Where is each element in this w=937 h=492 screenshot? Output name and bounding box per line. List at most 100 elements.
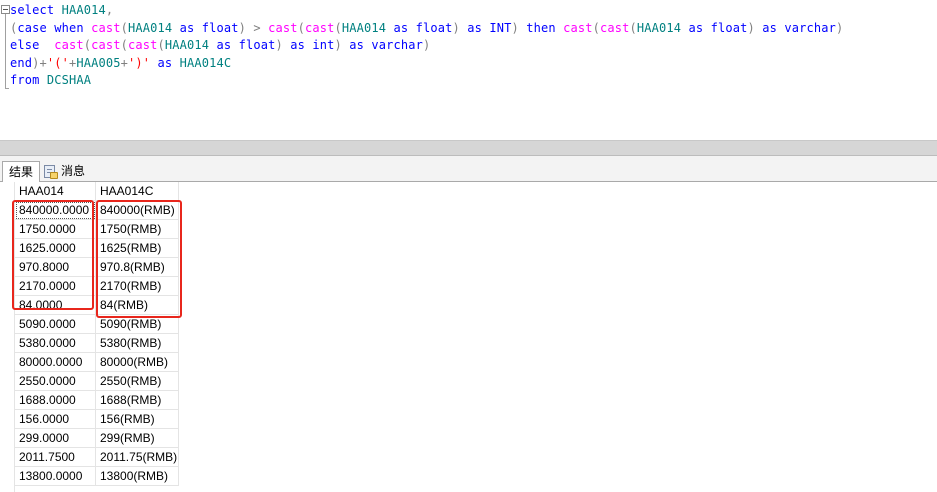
query-token: DCSHAA <box>46 73 92 87</box>
query-token: ( <box>592 20 600 35</box>
tab-messages-label: 消息 <box>61 164 86 178</box>
tab-results[interactable]: 结果 <box>2 161 40 182</box>
query-token: float <box>238 38 276 52</box>
cell-haa014c[interactable]: 2170(RMB) <box>96 277 179 296</box>
query-token: cast <box>268 20 298 35</box>
cell-haa014[interactable]: 840000.0000 <box>15 201 96 220</box>
query-token: cast <box>91 20 121 35</box>
query-token: varchar <box>784 20 836 35</box>
cell-haa014[interactable]: 5380.0000 <box>15 334 96 353</box>
query-token: case when <box>17 20 92 35</box>
column-header-haa014c[interactable]: HAA014C <box>96 182 179 201</box>
query-token: else <box>10 38 55 52</box>
query-line[interactable]: (case when cast(HAA014 as float) > cast(… <box>10 20 843 38</box>
cell-haa014c[interactable]: 1750(RMB) <box>96 220 179 239</box>
query-token: float <box>710 20 748 35</box>
query-text[interactable]: select HAA014, (case when cast(HAA014 as … <box>10 2 843 90</box>
query-token: from <box>10 73 47 87</box>
query-token: as <box>349 38 372 52</box>
cell-haa014[interactable]: 1750.0000 <box>15 220 96 239</box>
query-token: ( <box>297 20 305 35</box>
cell-haa014[interactable]: 80000.0000 <box>15 353 96 372</box>
query-token: )+ <box>32 55 47 70</box>
cell-haa014c[interactable]: 1688(RMB) <box>96 391 179 410</box>
query-token: float <box>201 20 239 35</box>
cell-haa014[interactable]: 5090.0000 <box>15 315 96 334</box>
query-token: ( <box>334 20 342 35</box>
query-line[interactable]: end)+'('+HAA005+')' as HAA014C <box>10 55 843 73</box>
query-token: HAA014 <box>128 20 180 35</box>
cell-haa014c[interactable]: 80000(RMB) <box>96 353 179 372</box>
cell-haa014[interactable]: 299.0000 <box>15 429 96 448</box>
query-token: cast <box>54 38 84 52</box>
query-token: ) <box>275 38 291 52</box>
column-header-haa014[interactable]: HAA014 <box>15 182 96 201</box>
fold-guide-end <box>5 88 9 89</box>
query-token: '(' <box>46 55 69 70</box>
cell-haa014[interactable]: 156.0000 <box>15 410 96 429</box>
query-token: as <box>179 20 202 35</box>
tab-results-label: 结果 <box>9 165 34 179</box>
query-token: ) <box>511 20 527 35</box>
cell-haa014[interactable]: 2550.0000 <box>15 372 96 391</box>
query-token: int <box>312 38 335 52</box>
query-token: ) <box>836 20 844 35</box>
query-token: cast <box>91 38 121 52</box>
query-token: ) <box>334 38 350 52</box>
cell-haa014c[interactable]: 970.8(RMB) <box>96 258 179 277</box>
query-token: select <box>10 3 62 17</box>
cell-haa014[interactable]: 1688.0000 <box>15 391 96 410</box>
query-token: + <box>120 55 128 70</box>
query-token: cast <box>600 20 630 35</box>
query-token: HAA014 <box>636 20 689 35</box>
tab-messages[interactable]: 消息 <box>42 161 100 182</box>
cell-haa014c[interactable]: 1625(RMB) <box>96 239 179 258</box>
query-token: ( <box>157 38 165 52</box>
cell-haa014[interactable]: 2170.0000 <box>15 277 96 296</box>
query-token: ( <box>120 20 128 35</box>
query-token: ( <box>629 20 637 35</box>
cell-haa014c[interactable]: 5380(RMB) <box>96 334 179 353</box>
query-token: HAA014 <box>164 38 217 52</box>
row-header-column[interactable] <box>0 182 15 492</box>
cell-haa014c[interactable]: 13800(RMB) <box>96 467 179 486</box>
query-token: cast <box>128 38 158 52</box>
query-token: , <box>105 3 114 17</box>
sql-editor[interactable]: select HAA014, (case when cast(HAA014 as … <box>0 0 937 140</box>
cell-haa014c[interactable]: 2550(RMB) <box>96 372 179 391</box>
query-token: ) <box>452 20 468 35</box>
query-token: INT <box>489 20 512 35</box>
cell-haa014[interactable]: 2011.7500 <box>15 448 96 467</box>
query-line[interactable]: from DCSHAA <box>10 72 843 90</box>
query-token: as <box>762 20 785 35</box>
query-line[interactable]: else cast(cast(cast(HAA014 as float) as … <box>10 37 843 55</box>
cell-haa014[interactable]: 1625.0000 <box>15 239 96 258</box>
cell-haa014c[interactable]: 2011.75(RMB) <box>96 448 179 467</box>
cell-haa014c[interactable]: 5090(RMB) <box>96 315 179 334</box>
fold-guide <box>5 14 6 88</box>
query-token: as <box>393 20 416 35</box>
query-token: HAA014C <box>179 55 232 70</box>
cell-haa014c[interactable]: 84(RMB) <box>96 296 179 315</box>
messages-icon <box>44 165 58 179</box>
cell-haa014[interactable]: 13800.0000 <box>15 467 96 486</box>
cell-haa014c[interactable]: 156(RMB) <box>96 410 179 429</box>
query-token: varchar <box>371 38 423 52</box>
cell-haa014[interactable]: 970.8000 <box>15 258 96 277</box>
query-token: HAA014 <box>61 3 106 17</box>
query-line[interactable]: select HAA014, <box>10 2 843 20</box>
query-token: ')' <box>128 55 151 70</box>
query-token: ( <box>120 38 128 52</box>
query-token: HAA005 <box>76 55 121 70</box>
query-token: as <box>150 55 180 70</box>
query-token: as <box>688 20 711 35</box>
query-token: HAA014 <box>341 20 394 35</box>
query-token: end <box>10 55 33 70</box>
query-token: ) <box>747 20 763 35</box>
query-token: ) > <box>238 20 269 35</box>
cell-haa014c[interactable]: 299(RMB) <box>96 429 179 448</box>
cell-haa014c[interactable]: 840000(RMB) <box>96 201 179 220</box>
pane-splitter[interactable] <box>0 140 937 156</box>
cell-haa014[interactable]: 84.0000 <box>15 296 96 315</box>
collapse-icon[interactable] <box>1 5 10 14</box>
